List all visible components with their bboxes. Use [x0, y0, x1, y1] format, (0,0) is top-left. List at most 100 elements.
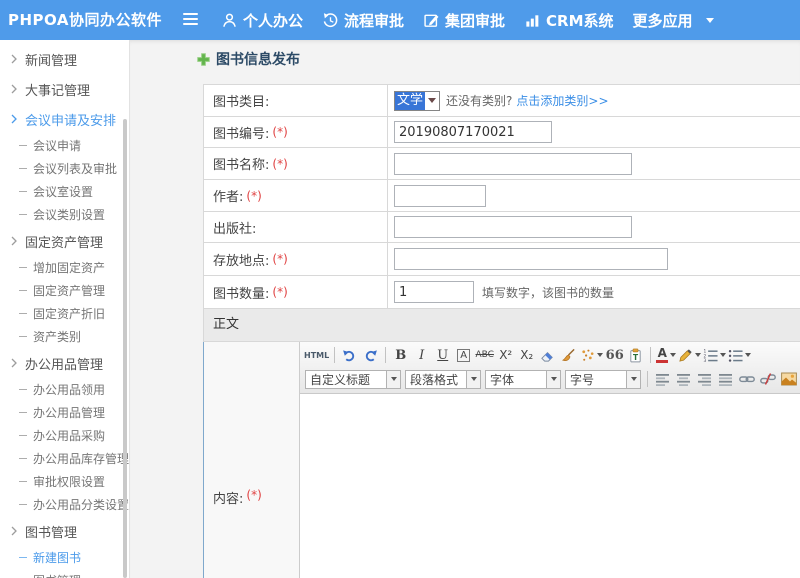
font-family-select[interactable]: 字体	[485, 370, 561, 389]
sidebar-item-events-mgmt[interactable]: 大事记管理	[0, 74, 129, 104]
dash-icon	[19, 191, 27, 192]
redo-button[interactable]	[361, 345, 380, 365]
book-name-label: 图书名称:	[213, 154, 269, 173]
form-row-book-name: 图书名称:(*)	[204, 148, 800, 180]
dash-icon	[19, 481, 27, 482]
paste-text-icon[interactable]: T	[626, 345, 645, 365]
sidebar-item-meeting-category[interactable]: 会议类别设置	[0, 203, 129, 226]
sidebar-scrollbar[interactable]	[123, 119, 127, 578]
form-row-location: 存放地点:(*)	[204, 243, 800, 276]
sidebar-item-meeting-room[interactable]: 会议室设置	[0, 180, 129, 203]
sidebar-item-asset-manage[interactable]: 固定资产管理	[0, 279, 129, 302]
subscript-button[interactable]: X₂	[517, 345, 536, 365]
align-justify-icon[interactable]	[716, 369, 735, 389]
quantity-input[interactable]	[394, 281, 474, 303]
sidebar-item-book-manage[interactable]: 图书管理	[0, 569, 129, 578]
chevron-right-icon	[10, 358, 18, 368]
book-name-input[interactable]	[394, 153, 632, 175]
sidebar-item-meeting-apply[interactable]: 会议申请	[0, 134, 129, 157]
editor-toolbar-row-1: HTML B I U A ABC X² X₂	[303, 344, 800, 366]
dash-icon	[19, 168, 27, 169]
sidebar-item-supplies-mgmt[interactable]: 办公用品管理	[0, 348, 129, 378]
undo-button[interactable]	[340, 345, 359, 365]
sidebar-item-book-mgmt[interactable]: 图书管理	[0, 516, 129, 546]
format-painter-icon[interactable]	[580, 345, 603, 365]
italic-button[interactable]: I	[412, 345, 431, 365]
unlink-icon[interactable]	[758, 369, 777, 389]
sidebar-item-meeting-list[interactable]: 会议列表及审批	[0, 157, 129, 180]
align-right-icon[interactable]	[695, 369, 714, 389]
image-icon[interactable]	[779, 369, 798, 389]
author-label: 作者:	[213, 186, 243, 205]
superscript-button[interactable]: X²	[496, 345, 515, 365]
select-arrow-icon	[425, 98, 439, 103]
menu-toggle-button[interactable]	[183, 13, 198, 26]
dash-icon	[19, 214, 27, 215]
sidebar-item-supplies-manage[interactable]: 办公用品管理	[0, 401, 129, 424]
blockquote-button[interactable]: 66	[605, 345, 624, 365]
strikethrough-button[interactable]: ABC	[475, 345, 494, 365]
chevron-right-icon	[10, 114, 18, 124]
paragraph-format-select[interactable]: 段落格式	[405, 370, 481, 389]
history-icon	[322, 12, 339, 29]
sidebar-item-supplies-inventory[interactable]: 办公用品库存管理	[0, 447, 129, 470]
sidebar-item-supplies-purchase[interactable]: 办公用品采购	[0, 424, 129, 447]
bold-button[interactable]: B	[391, 345, 410, 365]
sidebar-item-approval-permission[interactable]: 审批权限设置	[0, 470, 129, 493]
page-title: 图书信息发布	[197, 49, 300, 69]
caret-down-icon	[706, 18, 714, 23]
sidebar-item-asset-depreciation[interactable]: 固定资产折旧	[0, 302, 129, 325]
select-arrow-icon	[386, 371, 400, 388]
sidebar-item-meeting-mgmt[interactable]: 会议申请及安排	[0, 104, 129, 134]
menu-personal-office[interactable]: 个人办公	[221, 10, 303, 31]
quantity-hint: 填写数字，该图书的数量	[482, 284, 614, 301]
align-left-icon[interactable]	[653, 369, 672, 389]
add-category-link[interactable]: 点击添加类别>>	[516, 92, 608, 109]
category-select[interactable]: 文学	[394, 91, 440, 111]
format-brush-icon[interactable]	[559, 345, 578, 365]
sidebar-item-asset-add[interactable]: 增加固定资产	[0, 256, 129, 279]
sidebar-item-news-mgmt[interactable]: 新闻管理	[0, 44, 129, 74]
required-marker: (*)	[246, 189, 261, 203]
menu-crm-system[interactable]: CRM系统	[524, 10, 614, 31]
align-center-icon[interactable]	[674, 369, 693, 389]
underline-button[interactable]: U	[433, 345, 452, 365]
sidebar-item-book-new[interactable]: 新建图书	[0, 546, 129, 569]
select-arrow-icon	[626, 371, 640, 388]
dash-icon	[19, 290, 27, 291]
menu-process-approval[interactable]: 流程审批	[322, 10, 404, 31]
bar-chart-icon	[524, 12, 541, 29]
category-question-text: 还没有类别?	[446, 92, 512, 109]
author-input[interactable]	[394, 185, 486, 207]
dash-icon	[19, 313, 27, 314]
add-plus-icon	[197, 53, 210, 66]
source-code-button[interactable]: HTML	[304, 345, 329, 365]
location-input[interactable]	[394, 248, 668, 270]
dash-icon	[19, 557, 27, 558]
form-row-quantity: 图书数量:(*) 填写数字，该图书的数量	[204, 276, 800, 309]
font-size-select[interactable]: 字号	[565, 370, 641, 389]
highlight-color-icon[interactable]	[678, 345, 701, 365]
form-row-book-no: 图书编号:(*)	[204, 117, 800, 148]
menu-more-apps[interactable]: 更多应用	[633, 10, 714, 31]
border-text-button[interactable]: A	[454, 345, 473, 365]
category-selected-value: 文学	[395, 92, 425, 110]
editor-content-area[interactable]	[300, 394, 800, 578]
bullet-list-icon[interactable]	[728, 345, 751, 365]
eraser-icon[interactable]	[538, 345, 557, 365]
select-arrow-icon	[466, 371, 480, 388]
sidebar-item-supplies-category[interactable]: 办公用品分类设置	[0, 493, 129, 516]
font-color-button[interactable]: A	[656, 345, 676, 365]
sidebar-item-asset-mgmt[interactable]: 固定资产管理	[0, 226, 129, 256]
top-navigation-bar: PHPOA协同办公软件 个人办公 流程审批 集团审批	[0, 0, 800, 40]
link-icon[interactable]	[737, 369, 756, 389]
book-no-input[interactable]	[394, 121, 552, 143]
sidebar-item-supplies-requisition[interactable]: 办公用品领用	[0, 378, 129, 401]
menu-group-approval[interactable]: 集团审批	[423, 10, 505, 31]
ordered-list-icon[interactable]: 123	[703, 345, 726, 365]
sidebar-item-asset-category[interactable]: 资产类别	[0, 325, 129, 348]
form-row-author: 作者:(*)	[204, 180, 800, 212]
publisher-input[interactable]	[394, 216, 632, 238]
dash-icon	[19, 145, 27, 146]
custom-title-select[interactable]: 自定义标题	[305, 370, 401, 389]
